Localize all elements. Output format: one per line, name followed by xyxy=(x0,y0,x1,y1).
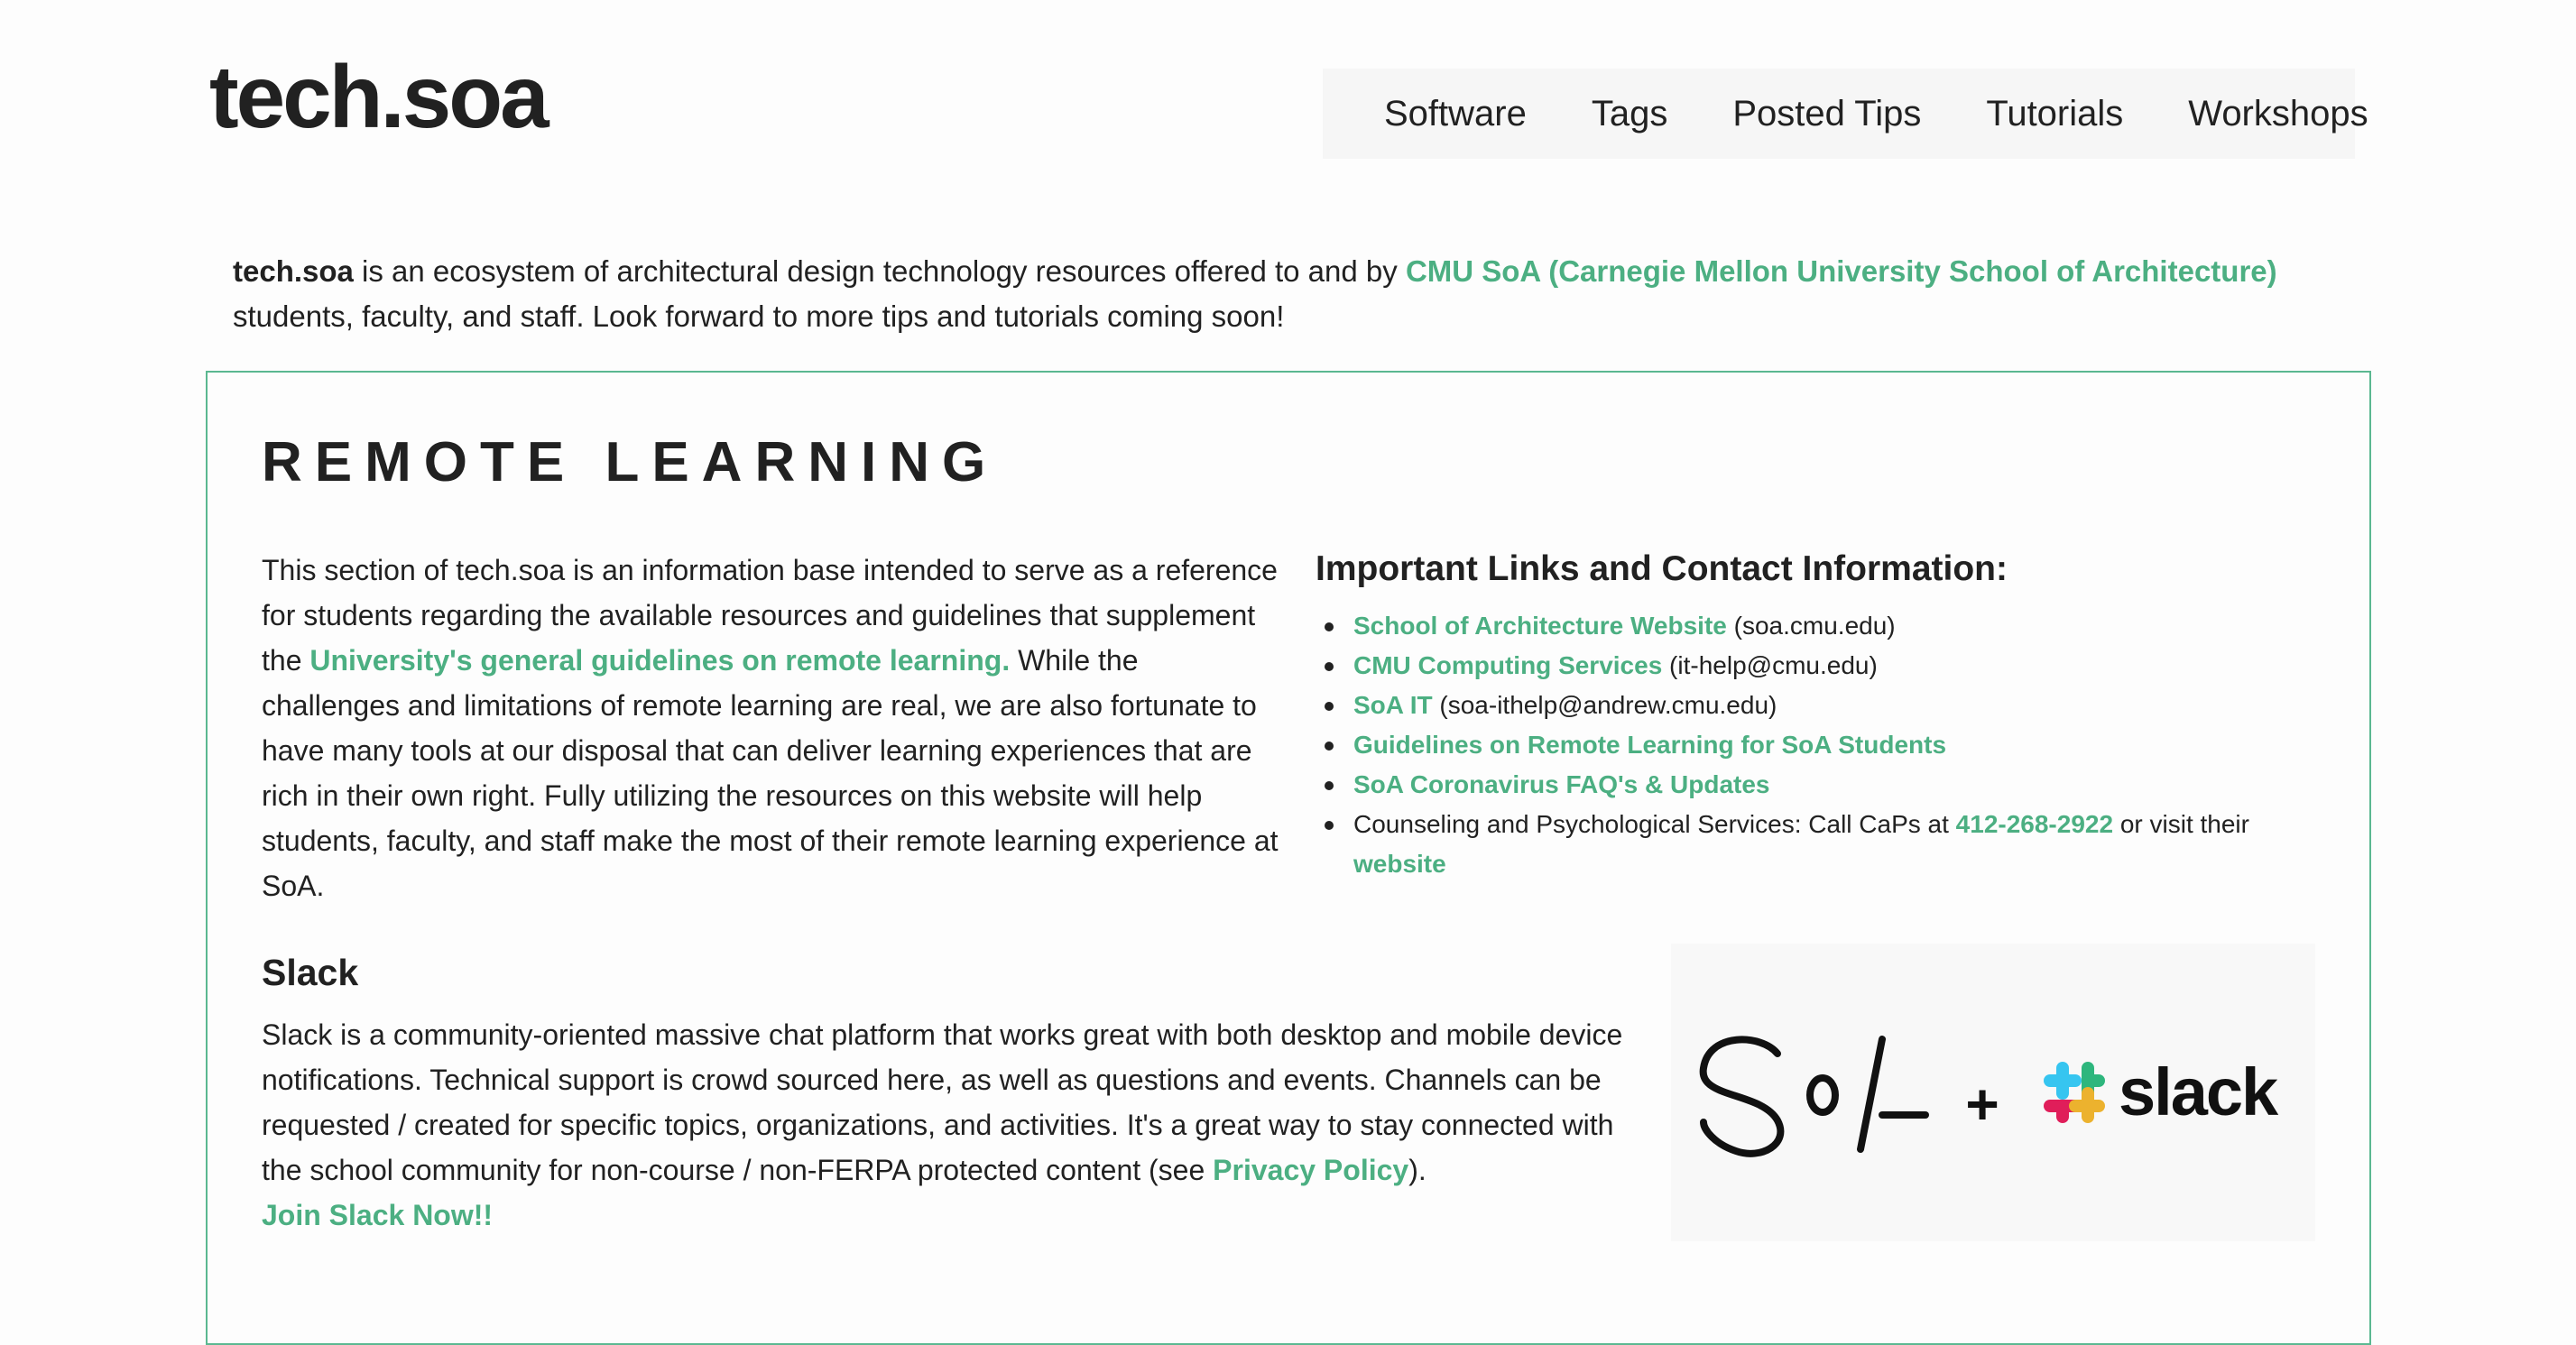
cmu-computing-services-link[interactable]: CMU Computing Services xyxy=(1353,651,1662,679)
list-item-suffix: (it-help@cmu.edu) xyxy=(1662,651,1878,679)
privacy-policy-link[interactable]: Privacy Policy xyxy=(1213,1154,1408,1186)
soa-it-link[interactable]: SoA IT xyxy=(1353,691,1433,719)
university-guidelines-link[interactable]: University's general guidelines on remot… xyxy=(309,644,1010,677)
important-links-list: School of Architecture Website (soa.cmu.… xyxy=(1316,606,2272,884)
nav-item-tutorials[interactable]: Tutorials xyxy=(1953,85,2156,143)
soa-slack-banner: + slack xyxy=(1671,944,2315,1241)
intro-brand: tech.soa xyxy=(233,254,354,288)
slack-text-2: ). xyxy=(1408,1154,1426,1186)
intro-text-1: is an ecosystem of architectural design … xyxy=(353,254,1406,288)
nav-item-tags[interactable]: Tags xyxy=(1559,85,1701,143)
soa-logo-icon xyxy=(1699,1036,1929,1157)
list-item: SoA Coronavirus FAQ's & Updates xyxy=(1316,765,2272,805)
slack-hash-logo-icon xyxy=(2044,1062,2105,1123)
intro-text-2: students, faculty, and staff. Look forwa… xyxy=(233,299,1285,333)
list-item: SoA IT (soa-ithelp@andrew.cmu.edu) xyxy=(1316,686,2272,725)
list-item-suffix: (soa-ithelp@andrew.cmu.edu) xyxy=(1432,691,1777,719)
counseling-middle-text: or visit their xyxy=(2113,810,2249,838)
remote-learning-paragraph: This section of tech.soa is an informati… xyxy=(262,548,1281,908)
slack-paragraph: Slack is a community-oriented massive ch… xyxy=(262,1012,1633,1238)
remote-learning-heading: REMOTE LEARNING xyxy=(262,431,999,493)
cmu-soa-link[interactable]: CMU SoA (Carnegie Mellon University Scho… xyxy=(1406,254,2277,288)
join-slack-link[interactable]: Join Slack Now!! xyxy=(262,1199,493,1231)
caps-website-link[interactable]: website xyxy=(1353,850,1446,878)
nav-item-workshops[interactable]: Workshops xyxy=(2156,85,2400,143)
caps-phone-link[interactable]: 412-268-2922 xyxy=(1956,810,2113,838)
site-title[interactable]: tech.soa xyxy=(209,52,549,141)
intro-paragraph: tech.soa is an ecosystem of architectura… xyxy=(233,249,2308,339)
rl-text-2: While the challenges and limitations of … xyxy=(262,644,1279,902)
nav-item-posted-tips[interactable]: Posted Tips xyxy=(1700,85,1953,143)
remote-learning-guidelines-link[interactable]: Guidelines on Remote Learning for SoA St… xyxy=(1353,731,1946,759)
soa-website-link[interactable]: School of Architecture Website xyxy=(1353,612,1727,640)
list-item: Guidelines on Remote Learning for SoA St… xyxy=(1316,725,2272,765)
list-item: School of Architecture Website (soa.cmu.… xyxy=(1316,606,2272,646)
nav-item-software[interactable]: Software xyxy=(1352,85,1559,143)
list-item-suffix: (soa.cmu.edu) xyxy=(1726,612,1896,640)
important-links-heading: Important Links and Contact Information: xyxy=(1316,549,2008,588)
soa-slack-banner-graphic: + slack xyxy=(1699,1036,2281,1157)
counseling-text: Counseling and Psychological Services: C… xyxy=(1353,810,1956,838)
coronavirus-faq-link[interactable]: SoA Coronavirus FAQ's & Updates xyxy=(1353,770,1769,798)
slack-heading: Slack xyxy=(262,952,359,993)
banner-plus: + xyxy=(1965,1072,1999,1137)
slack-wordmark: slack xyxy=(2119,1055,2279,1129)
main-nav: Software Tags Posted Tips Tutorials Work… xyxy=(1323,69,2368,159)
list-item: Counseling and Psychological Services: C… xyxy=(1316,805,2272,884)
list-item: CMU Computing Services (it-help@cmu.edu) xyxy=(1316,646,2272,686)
